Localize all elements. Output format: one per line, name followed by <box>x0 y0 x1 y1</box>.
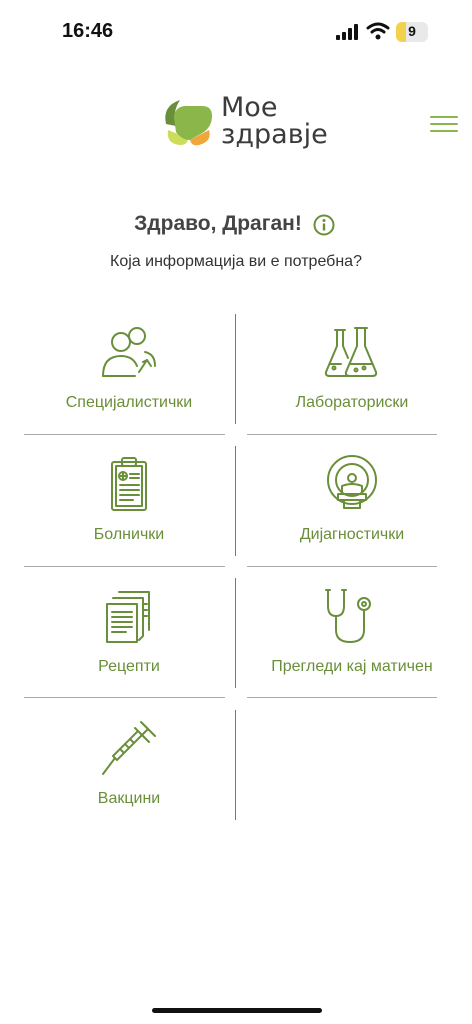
grid-divider-vertical <box>235 578 236 688</box>
battery-level: 9 <box>408 23 416 39</box>
grid-divider-vertical <box>235 446 236 556</box>
category-vaccines-button[interactable]: Вакцини <box>24 712 234 832</box>
category-label: Вакцини <box>97 790 161 807</box>
home-indicator[interactable] <box>152 1008 322 1013</box>
lab-flasks-icon <box>324 327 378 377</box>
info-icon[interactable] <box>313 214 335 236</box>
cellular-signal-icon <box>336 24 358 40</box>
category-diagnostic-button[interactable]: Дијагностички <box>247 448 457 568</box>
hamburger-menu-button[interactable] <box>430 116 458 134</box>
category-label: Специјалистички <box>65 394 193 411</box>
category-specialist-button[interactable]: Специјалистички <box>24 316 234 436</box>
category-label: Дијагностички <box>299 526 405 543</box>
logo-line-1: Мое <box>221 92 278 123</box>
category-label: Болнички <box>93 526 165 543</box>
grid-divider-vertical <box>235 314 236 424</box>
wifi-icon <box>366 22 390 40</box>
category-label: Рецепти <box>98 658 160 675</box>
syringe-icon <box>102 721 156 775</box>
category-family-doctor-button[interactable]: Прегледи кај матичен <box>247 580 457 700</box>
greeting-subtitle: Која информација ви е потребна? <box>110 253 362 270</box>
hamburger-icon-bar <box>430 130 458 132</box>
clipboard-icon <box>111 457 147 511</box>
category-hospital-button[interactable]: Болнички <box>24 448 234 568</box>
hamburger-icon <box>430 116 458 118</box>
category-laboratory-button[interactable]: Лабораториски <box>247 316 457 436</box>
hamburger-icon-bar <box>430 123 458 125</box>
logo-line-2: здравје <box>221 119 328 150</box>
stethoscope-icon <box>325 589 371 643</box>
category-prescriptions-button[interactable]: Рецепти <box>24 580 234 700</box>
moe-zdravje-logo-icon <box>165 100 212 146</box>
category-label: Лабораториски <box>295 394 409 411</box>
specialist-doctors-icon <box>102 327 156 377</box>
greeting-title: Здраво, Драган! <box>134 212 302 235</box>
category-label: Прегледи кај матичен <box>271 658 433 675</box>
prescriptions-icon <box>106 591 150 643</box>
battery-indicator: 9 <box>396 22 428 42</box>
grid-divider-vertical <box>235 710 236 820</box>
status-time: 16:46 <box>62 20 114 42</box>
ct-scanner-icon <box>327 455 377 509</box>
app-logo-text: Мое здравје <box>221 94 328 148</box>
